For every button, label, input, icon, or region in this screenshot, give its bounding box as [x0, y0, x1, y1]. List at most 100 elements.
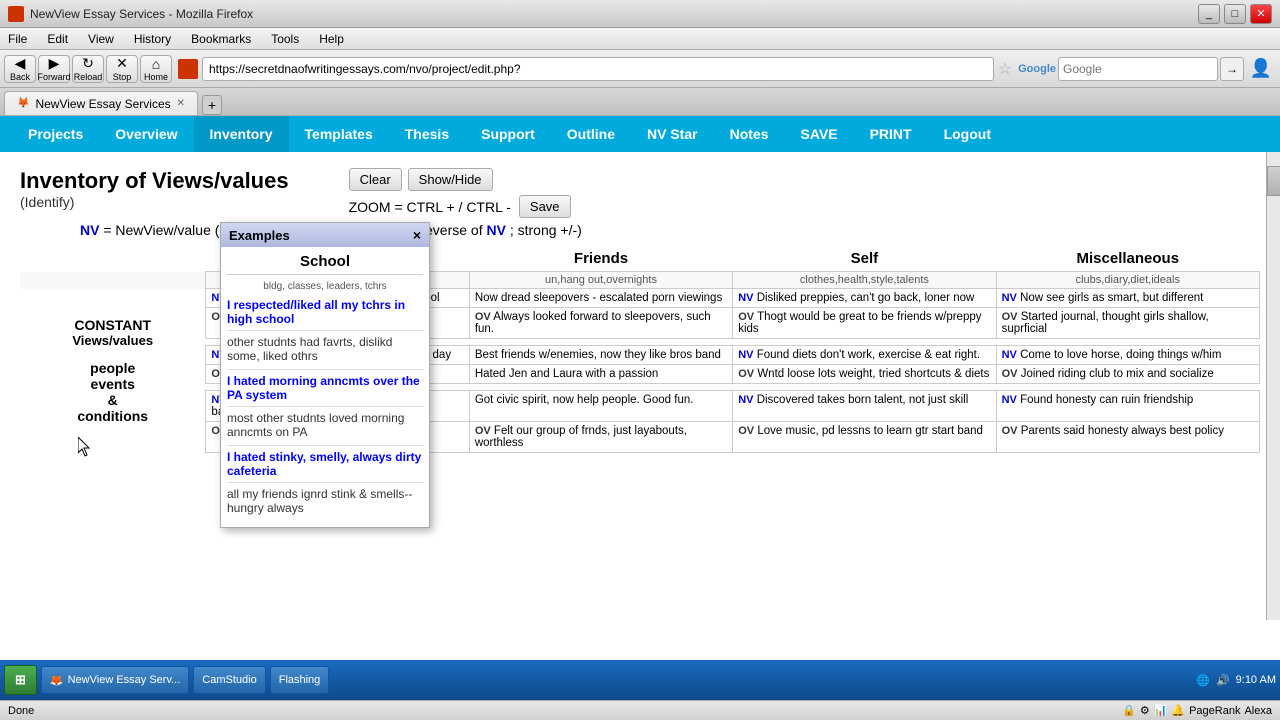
tab-close-icon[interactable]: ✕ [177, 98, 185, 109]
status-icon-2: ⚙ [1140, 704, 1150, 717]
taskbar-btn-1[interactable]: 🦊 NewView Essay Serv... [41, 666, 189, 694]
self-ov-3[interactable]: OV Love music, pd lessns to learn gtr st… [733, 422, 996, 453]
misc-nv-2[interactable]: NV Come to love horse, doing things w/hi… [996, 346, 1259, 365]
page-title: Inventory of Views/values [20, 168, 289, 194]
search-wrap: Google → [1018, 57, 1244, 81]
col-header-self: Self [733, 246, 996, 272]
taskbar-right: 🌐 🔊 9:10 AM [1196, 674, 1276, 687]
browser-favicon [8, 6, 24, 22]
friends-nv-3[interactable]: Got civic spirit, now help people. Good … [469, 391, 732, 422]
url-bar-wrap: ☆ [178, 57, 1012, 81]
nav-support[interactable]: Support [465, 116, 551, 152]
start-button[interactable]: ⊞ [4, 665, 37, 695]
nav-bar: ◀ Back ▶ Forward ↻ Reload ✕ Stop ⌂ Home … [0, 50, 1280, 88]
table-row: NV I liked the patriotic flag ceremony e… [20, 346, 1260, 365]
menu-history[interactable]: History [130, 31, 175, 47]
nav-logout[interactable]: Logout [928, 116, 1007, 152]
tab-main[interactable]: 🦊 NewView Essay Services ✕ [4, 91, 198, 115]
menu-view[interactable]: View [84, 31, 118, 47]
nav-print[interactable]: PRINT [854, 116, 928, 152]
bookmark-star-icon[interactable]: ☆ [998, 59, 1012, 79]
menu-edit[interactable]: Edit [43, 31, 72, 47]
popup-entry-2: I hated morning anncmts over the PA syst… [227, 374, 423, 439]
popup-header: Examples × [221, 223, 429, 247]
back-button[interactable]: ◀ Back [4, 55, 36, 83]
status-icons: 🔒 ⚙ 📊 🔔 PageRank Alexa [1122, 704, 1272, 717]
nav-nvstar[interactable]: NV Star [631, 116, 714, 152]
popup-title: Examples [229, 228, 290, 243]
taskbar-btn-2[interactable]: CamStudio [193, 666, 265, 694]
col-header-misc: Miscellaneous [996, 246, 1259, 272]
nav-thesis[interactable]: Thesis [389, 116, 465, 152]
clear-button[interactable]: Clear [349, 168, 402, 191]
search-input[interactable] [1058, 57, 1218, 81]
misc-nv-3[interactable]: NV Found honesty can ruin friendship [996, 391, 1259, 422]
taskbar-btn-3[interactable]: Flashing [270, 666, 330, 694]
self-nv-2[interactable]: NV Found diets don't work, exercise & ea… [733, 346, 996, 365]
table-row: OV OV Felt our group of frnds, just laya… [20, 422, 1260, 453]
friends-ov-3[interactable]: OV Felt our group of frnds, just layabou… [469, 422, 732, 453]
subheader-misc: clubs,diary,diet,ideals [996, 272, 1259, 289]
misc-ov-3[interactable]: OV Parents said honesty always best poli… [996, 422, 1259, 453]
nav-notes[interactable]: Notes [714, 116, 785, 152]
reload-button[interactable]: ↻ Reload [72, 55, 104, 83]
menu-file[interactable]: File [4, 31, 31, 47]
table-row: NV I hated the dirty, smelly, always mes… [20, 391, 1260, 422]
status-icon-3: 📊 [1154, 704, 1168, 717]
col-header-friends: Friends [469, 246, 732, 272]
home-button[interactable]: ⌂ Home [140, 55, 172, 83]
subheader-empty [20, 272, 206, 289]
page-subtitle: (Identify) [20, 194, 289, 210]
forward-button[interactable]: ▶ Forward [38, 55, 70, 83]
friends-nv2b[interactable]: Hated Jen and Laura with a passion [469, 365, 732, 384]
popup-entry-1: I respected/liked all my tchrs in high s… [227, 298, 423, 363]
system-tray-icon-1: 🌐 [1196, 674, 1210, 687]
menu-help[interactable]: Help [315, 31, 348, 47]
nav-overview[interactable]: Overview [99, 116, 193, 152]
menu-tools[interactable]: Tools [267, 31, 303, 47]
nav-outline[interactable]: Outline [551, 116, 631, 152]
misc-ov-2[interactable]: OV Joined riding club to mix and sociali… [996, 365, 1259, 384]
scrollbar-vertical[interactable] [1266, 152, 1280, 620]
misc-nv-1[interactable]: NV Now see girls as smart, but different [996, 289, 1259, 308]
main-content: Inventory of Views/values (Identify) Cle… [0, 152, 1280, 620]
menu-bookmarks[interactable]: Bookmarks [187, 31, 255, 47]
table-row: OV Hated Jen and Laura with a passion OV… [20, 365, 1260, 384]
misc-ov-1[interactable]: OV Started journal, thought girls shallo… [996, 308, 1259, 339]
show-hide-button[interactable]: Show/Hide [408, 168, 493, 191]
self-nv-3[interactable]: NV Discovered takes born talent, not jus… [733, 391, 996, 422]
self-ov-2[interactable]: OV Wntd loose lots weight, tried shortcu… [733, 365, 996, 384]
save-button[interactable]: Save [519, 195, 571, 218]
minimize-button[interactable]: _ [1198, 4, 1220, 24]
taskbar: ⊞ 🦊 NewView Essay Serv... CamStudio Flas… [0, 660, 1280, 700]
friends-nv-2[interactable]: Best friends w/enemies, now they like br… [469, 346, 732, 365]
window-controls: _ □ ✕ [1198, 4, 1272, 24]
tab-add-button[interactable]: + [202, 95, 222, 115]
friends-ov-1[interactable]: OV Always looked forward to sleepovers, … [469, 308, 732, 339]
self-ov-1[interactable]: OV Thogt would be great to be friends w/… [733, 308, 996, 339]
google-logo: Google [1018, 63, 1056, 75]
page-rank-label: PageRank [1189, 705, 1240, 717]
left-label: CONSTANT Views/values people events & co… [20, 289, 206, 453]
friends-nv-1[interactable]: Now dread sleepovers - escalated porn vi… [469, 289, 732, 308]
close-button[interactable]: ✕ [1250, 4, 1272, 24]
popup-close-button[interactable]: × [413, 227, 421, 243]
maximize-button[interactable]: □ [1224, 4, 1246, 24]
status-icon-4: 🔔 [1171, 704, 1185, 717]
ssl-icon: 🔒 [1122, 704, 1136, 717]
start-icon: ⊞ [15, 672, 26, 688]
browser-extra-icon: 👤 [1246, 58, 1276, 79]
nav-save[interactable]: SAVE [784, 116, 853, 152]
nav-inventory[interactable]: Inventory [194, 116, 289, 152]
search-go-button[interactable]: → [1220, 57, 1244, 81]
nav-templates[interactable]: Templates [289, 116, 389, 152]
app-nav: Projects Overview Inventory Templates Th… [0, 116, 1280, 152]
scrollbar-thumb[interactable] [1267, 166, 1280, 196]
nav-projects[interactable]: Projects [12, 116, 99, 152]
stop-button[interactable]: ✕ Stop [106, 55, 138, 83]
popup-entry-3: I hated stinky, smelly, always dirty caf… [227, 450, 423, 515]
inventory-table: School Friends Self Miscellaneous bldg,c… [20, 246, 1260, 453]
status-text: Done [8, 705, 1110, 717]
self-nv-1[interactable]: NV Disliked preppies, can't go back, lon… [733, 289, 996, 308]
url-input[interactable] [202, 57, 994, 81]
